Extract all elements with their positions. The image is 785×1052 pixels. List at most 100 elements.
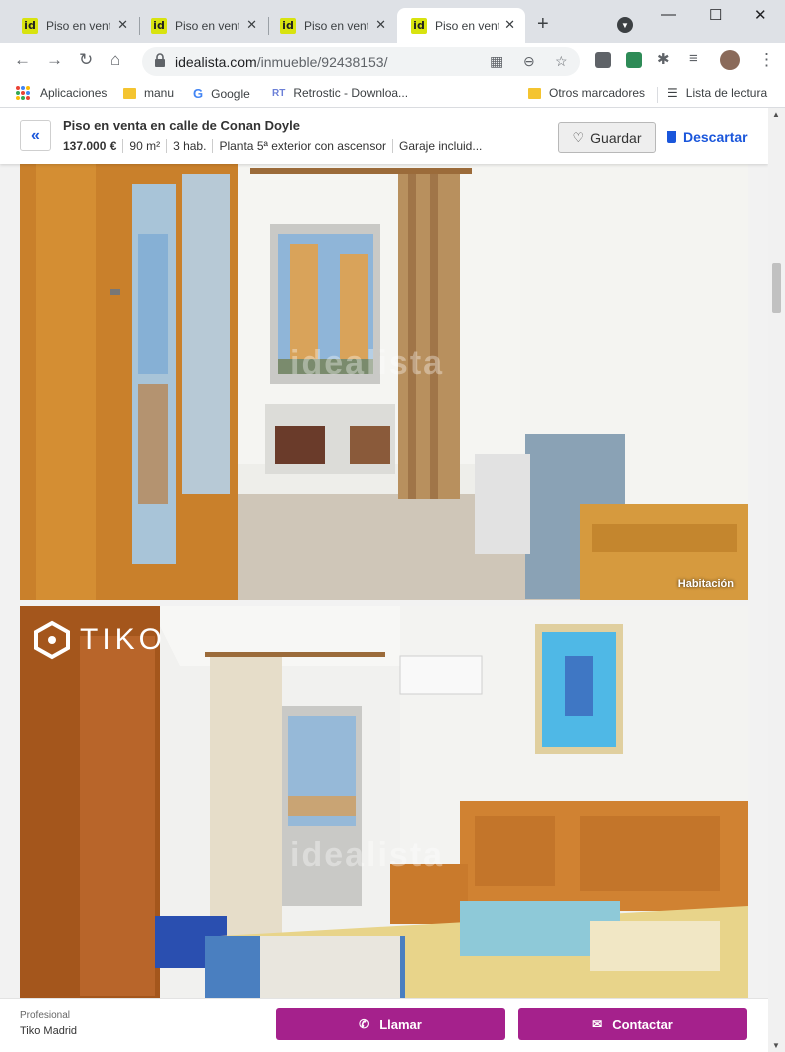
watermark-text: idealista — [290, 836, 445, 874]
tab-title: Piso en venta — [46, 18, 110, 33]
trash-icon — [667, 131, 676, 143]
contact-button[interactable]: ✉ Contactar — [518, 1008, 747, 1040]
listing-title: Piso en venta en calle de Conan Doyle — [63, 118, 300, 133]
bookmark-google[interactable]: G Google — [193, 86, 250, 101]
new-tab-button[interactable]: + — [537, 13, 549, 36]
forward-arrow-icon[interactable]: → — [46, 50, 63, 70]
bookmark-retrostic[interactable]: RT Retrostic - Downloa... — [272, 86, 408, 100]
bookmark-label: Aplicaciones — [40, 86, 108, 100]
address-bar[interactable]: idealista.com/inmueble/92438153/ ▦ ⊖ ☆ — [142, 47, 580, 76]
discard-button[interactable]: Descartar — [667, 129, 748, 145]
bookmark-otros[interactable]: Otros marcadores — [528, 86, 645, 100]
reading-list-icon: ☰ — [667, 86, 678, 100]
bookmark-manu[interactable]: manu — [123, 86, 174, 100]
back-arrow-icon[interactable]: ← — [14, 50, 31, 70]
google-icon: G — [193, 86, 204, 101]
tiko-logo: TIKO — [32, 620, 166, 660]
tab-title: Piso en venta — [175, 18, 239, 33]
extension-icon[interactable] — [626, 52, 642, 68]
bookmark-label: Retrostic - Downloa... — [293, 86, 409, 100]
reload-icon[interactable]: ↻ — [79, 50, 93, 70]
idealista-favicon-icon: id — [280, 17, 296, 34]
listing-photo-2[interactable]: TIKO idealista — [20, 606, 748, 1006]
url-text: idealista.com/inmueble/92438153/ — [175, 54, 387, 70]
media-control-icon[interactable]: ≡ — [689, 50, 698, 67]
discard-label: Descartar — [683, 129, 748, 145]
browser-tab-3[interactable]: id Piso en venta ✕ — [266, 8, 396, 43]
back-to-list-button[interactable]: « — [20, 120, 51, 151]
master-bedroom-photo-image — [20, 606, 748, 1006]
double-chevron-left-icon: « — [31, 126, 40, 144]
tab-close-icon[interactable]: ✕ — [504, 17, 515, 33]
chat-bubble-icon: ✉ — [592, 1017, 603, 1031]
tab-close-icon[interactable]: ✕ — [246, 17, 257, 33]
retrostic-icon: RT — [272, 87, 286, 99]
bookmark-label: Lista de lectura — [685, 86, 768, 100]
idealista-favicon-icon: id — [22, 17, 38, 34]
page-content: idealista Habitación TIKO idealista « Pi… — [0, 108, 768, 1052]
qr-code-icon[interactable]: ▦ — [490, 53, 503, 70]
idealista-favicon-icon: id — [151, 17, 167, 34]
save-button[interactable]: ♡ Guardar — [558, 122, 656, 153]
menu-kebab-icon[interactable]: ⋮ — [758, 50, 775, 70]
listing-price: 137.000 € — [63, 139, 117, 153]
tab-title: Piso en venta — [435, 18, 499, 33]
minimize-icon[interactable]: — — [661, 6, 676, 23]
contact-label: Contactar — [612, 1016, 673, 1032]
tab-close-icon[interactable]: ✕ — [375, 17, 386, 33]
scroll-down-icon[interactable]: ▼ — [772, 1041, 780, 1050]
folder-icon — [123, 87, 136, 99]
watermark-text: idealista — [290, 344, 445, 382]
browser-toolbar: ← → ↻ ⌂ idealista.com/inmueble/92438153/… — [0, 43, 785, 79]
maximize-icon[interactable]: ☐ — [709, 6, 722, 24]
listing-rooms: 3 hab. — [166, 139, 212, 153]
call-label: Llamar — [379, 1016, 422, 1032]
listing-size: 90 m² — [122, 139, 166, 153]
save-label: Guardar — [590, 129, 642, 146]
idealista-favicon-icon: id — [411, 17, 427, 34]
home-icon[interactable]: ⌂ — [110, 50, 120, 70]
bookmarks-bar: Aplicaciones manu G Google RT Retrostic … — [0, 79, 785, 108]
folder-icon — [528, 87, 541, 99]
page-scrollbar[interactable]: ▲ ▼ — [768, 108, 785, 1052]
phone-icon: ✆ — [359, 1017, 370, 1031]
listing-garage: Garaje incluid... — [391, 139, 488, 153]
scrollbar-thumb[interactable] — [772, 263, 781, 313]
tab-search-icon[interactable]: ▼ — [617, 17, 633, 33]
close-window-icon[interactable]: ✕ — [754, 6, 767, 24]
bookmark-label: Google — [211, 86, 250, 101]
bookmark-label: Otros marcadores — [549, 86, 646, 100]
listing-features: 137.000 € 90 m² 3 hab. Planta 5ª exterio… — [63, 139, 488, 153]
photo-caption: Habitación — [677, 578, 734, 590]
heart-icon: ♡ — [572, 129, 585, 145]
browser-tab-1[interactable]: id Piso en venta ✕ — [8, 8, 138, 43]
scroll-up-icon[interactable]: ▲ — [772, 110, 780, 119]
bookmark-star-icon[interactable]: ☆ — [555, 53, 568, 70]
agency-type: Profesional — [20, 1010, 71, 1021]
avatar[interactable] — [720, 50, 740, 70]
browser-tab-2[interactable]: id Piso en venta ✕ — [137, 8, 267, 43]
bookmark-apps[interactable]: Aplicaciones — [16, 86, 107, 100]
tab-close-icon[interactable]: ✕ — [117, 17, 128, 33]
tiko-logo-text: TIKO — [80, 623, 167, 656]
url-path: /inmueble/92438153/ — [256, 54, 388, 70]
bookmark-separator — [657, 87, 658, 103]
lock-icon — [155, 53, 165, 67]
agency-name[interactable]: Tiko Madrid — [20, 1025, 77, 1037]
contact-bar: Profesional Tiko Madrid ✆ Llamar ✉ Conta… — [0, 998, 768, 1052]
tiko-shield-icon — [34, 620, 70, 660]
bookmark-reading-list[interactable]: ☰ Lista de lectura — [667, 86, 767, 100]
listing-photo-1[interactable]: idealista Habitación — [20, 164, 748, 600]
puzzle-extensions-icon[interactable]: ✱ — [657, 50, 670, 68]
zoom-icon[interactable]: ⊖ — [523, 53, 535, 70]
tab-title: Piso en venta — [304, 18, 368, 33]
browser-tab-active[interactable]: id Piso en venta ✕ — [397, 8, 525, 43]
tab-strip: id Piso en venta ✕ id Piso en venta ✕ id… — [0, 0, 785, 43]
bookmark-label: manu — [144, 86, 175, 100]
apps-grid-icon — [16, 86, 30, 100]
extension-icon[interactable] — [595, 52, 611, 68]
call-button[interactable]: ✆ Llamar — [276, 1008, 505, 1040]
listing-sticky-header: « Piso en venta en calle de Conan Doyle … — [0, 108, 768, 164]
listing-floor: Planta 5ª exterior con ascensor — [212, 139, 392, 153]
url-domain: idealista.com — [175, 54, 257, 70]
